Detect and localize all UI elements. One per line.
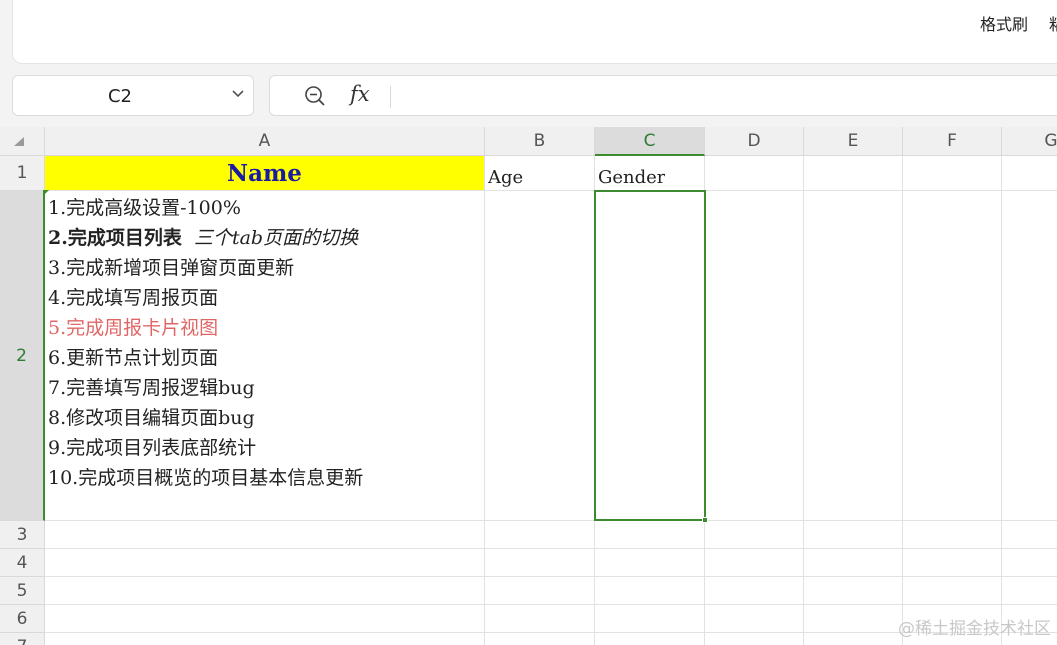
column-header-b[interactable]: B <box>485 127 595 156</box>
a2-line-3: 3.完成新增项目弹窗页面更新 <box>48 257 295 279</box>
a2-line-2-bold: 2.完成项目列表 <box>48 227 182 249</box>
a2-line-10: 10.完成项目概览的项目基本信息更新 <box>48 467 364 489</box>
gridline <box>1001 156 1002 645</box>
zoom-out-icon[interactable] <box>303 84 327 108</box>
gridline <box>902 156 903 645</box>
formula-bar: fx <box>269 75 1057 116</box>
cell-a2[interactable]: 1.完成高级设置-100% 2.完成项目列表 三个tab页面的切换 3.完成新增… <box>48 193 482 521</box>
formula-separator <box>390 86 391 108</box>
a2-line-1: 1.完成高级设置-100% <box>48 197 241 219</box>
a2-line-2: 2.完成项目列表 三个tab页面的切换 <box>48 223 482 253</box>
column-header-d[interactable]: D <box>705 127 804 156</box>
format-painter-button[interactable]: 格式刷 <box>980 11 1028 35</box>
row-header-3[interactable]: 3 <box>0 521 45 549</box>
fx-icon[interactable]: fx <box>350 82 370 106</box>
watermark: @稀土掘金技术社区 <box>898 619 1051 639</box>
row-header-4[interactable]: 4 <box>0 549 45 577</box>
fill-handle[interactable] <box>702 517 708 523</box>
a2-line-8: 8.修改项目编辑页面bug <box>48 407 255 429</box>
a2-line-2-italic: 三个tab页面的切换 <box>193 227 359 249</box>
row-header-7[interactable]: 7 <box>0 633 45 645</box>
spreadsheet-app: 格式刷 粘 C2 fx A B C D E F G 1 2 3 4 5 6 7 <box>0 0 1057 645</box>
a2-line-5: 5.完成周报卡片视图 <box>48 317 219 339</box>
gridline <box>803 156 804 645</box>
a2-line-9: 9.完成项目列表底部统计 <box>48 437 257 459</box>
cell-b1[interactable]: Age <box>488 167 523 188</box>
name-box-value: C2 <box>107 86 133 107</box>
column-header-c[interactable]: C <box>595 127 705 156</box>
a2-line-7: 7.完善填写周报逻辑bug <box>48 377 255 399</box>
cell-c2-selection[interactable] <box>594 190 706 521</box>
row-header-2[interactable]: 2 <box>0 191 45 521</box>
column-header-a[interactable]: A <box>45 127 485 156</box>
chevron-down-icon[interactable] <box>231 86 245 100</box>
row-header-6[interactable]: 6 <box>0 605 45 633</box>
formula-input[interactable] <box>400 82 1040 110</box>
name-box[interactable]: C2 <box>12 75 254 116</box>
row-header-1[interactable]: 1 <box>0 156 45 191</box>
row-header-5[interactable]: 5 <box>0 577 45 605</box>
sheet-grid: A B C D E F G 1 2 3 4 5 6 7 Name Age Gen… <box>0 127 1057 645</box>
gridline <box>484 156 485 645</box>
column-header-e[interactable]: E <box>804 127 903 156</box>
gridline <box>45 190 1057 191</box>
gridline <box>45 548 1057 549</box>
gridline <box>45 604 1057 605</box>
a2-line-4: 4.完成填写周报页面 <box>48 287 219 309</box>
cell-a1[interactable]: Name <box>45 156 484 190</box>
column-header-f[interactable]: F <box>903 127 1002 156</box>
paste-button-label[interactable]: 粘 <box>1049 11 1057 35</box>
ribbon-toolbar: 格式刷 粘 <box>12 0 1057 64</box>
a2-line-6: 6.更新节点计划页面 <box>48 347 219 369</box>
select-all-corner[interactable] <box>0 127 45 156</box>
gridline <box>45 576 1057 577</box>
cell-c1[interactable]: Gender <box>598 167 665 188</box>
column-header-g[interactable]: G <box>1002 127 1057 156</box>
